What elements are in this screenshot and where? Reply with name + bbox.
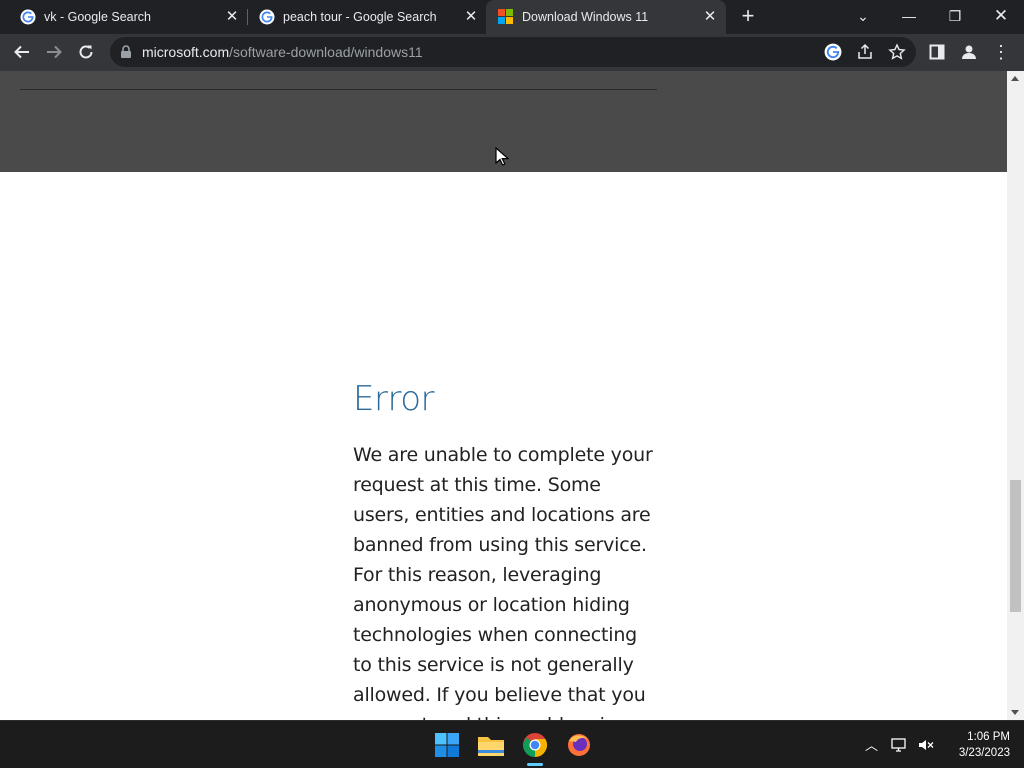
tab-download-windows-11[interactable]: Download Windows 11 ✕	[486, 0, 726, 34]
firefox-icon	[568, 734, 590, 756]
profile-avatar-icon	[962, 45, 976, 59]
clock-time: 1:06 PM	[967, 731, 1010, 743]
address-bar[interactable]: microsoft.com/software-download/windows1…	[110, 37, 916, 67]
mouse-cursor-icon	[495, 147, 509, 166]
windows-taskbar: ︿ 1:06 PM 3/23/2023	[0, 720, 1024, 768]
close-window-button[interactable]: ✕	[978, 0, 1024, 34]
file-explorer-button[interactable]	[475, 729, 507, 761]
windows-logo-icon	[435, 733, 459, 757]
google-g-icon	[259, 9, 275, 25]
google-g-icon	[20, 9, 36, 25]
scroll-down-arrow-icon[interactable]	[1011, 710, 1019, 715]
bookmark-star-icon[interactable]	[888, 43, 906, 61]
url-text[interactable]: microsoft.com/software-download/windows1…	[142, 44, 423, 60]
tab-title: Download Windows 11	[522, 10, 649, 24]
url-path: /software-download/windows11	[229, 44, 423, 60]
tab-vk-search[interactable]: vk - Google Search ✕	[8, 0, 246, 34]
scroll-up-arrow-icon[interactable]	[1011, 76, 1019, 81]
minimize-button[interactable]: —	[886, 0, 932, 34]
arrow-right-icon	[47, 45, 62, 59]
close-tab-icon[interactable]: ✕	[462, 8, 480, 26]
tab-title: vk - Google Search	[44, 10, 151, 24]
active-app-indicator	[527, 763, 543, 766]
start-button[interactable]	[431, 729, 463, 761]
google-lens-icon[interactable]	[824, 43, 842, 61]
close-tab-icon[interactable]: ✕	[223, 8, 241, 26]
reload-icon	[79, 45, 93, 59]
share-icon[interactable]	[856, 43, 874, 61]
tab-strip: vk - Google Search ✕ peach tour - Google…	[0, 0, 1024, 34]
arrow-left-icon	[14, 45, 29, 59]
folder-icon	[478, 737, 504, 756]
side-panel-button[interactable]	[922, 37, 952, 67]
lock-icon	[121, 45, 131, 58]
close-tab-icon[interactable]: ✕	[701, 8, 719, 26]
browser-toolbar: microsoft.com/software-download/windows1…	[0, 34, 1024, 71]
error-message: We are unable to complete your request a…	[353, 444, 653, 720]
network-icon[interactable]	[891, 737, 909, 753]
page-viewport: Error We are unable to complete your req…	[0, 71, 1024, 720]
microsoft-logo-icon	[498, 9, 514, 25]
restore-button[interactable]: ❐	[932, 0, 978, 34]
page-scrollbar[interactable]	[1007, 71, 1024, 720]
back-button[interactable]	[7, 37, 37, 67]
tab-peach-tour-search[interactable]: peach tour - Google Search ✕	[247, 0, 485, 34]
reload-button[interactable]	[71, 37, 101, 67]
error-heading: Error	[353, 379, 434, 419]
chrome-icon	[523, 733, 548, 757]
new-tab-button[interactable]: +	[725, 0, 771, 34]
url-host: microsoft.com	[142, 44, 230, 60]
clock-date: 3/23/2023	[958, 747, 1010, 759]
tab-search-chevron-icon[interactable]: ⌄	[840, 0, 886, 34]
menu-kebab-button[interactable]: ⋮	[986, 37, 1016, 67]
scrollbar-thumb[interactable]	[1010, 480, 1021, 612]
profile-button[interactable]	[954, 37, 984, 67]
side-panel-icon	[929, 44, 945, 60]
firefox-taskbar-button[interactable]	[563, 729, 595, 761]
system-clock[interactable]: 1:06 PM 3/23/2023	[940, 729, 1010, 761]
show-hidden-icons-chevron-icon[interactable]: ︿	[865, 735, 878, 754]
chrome-taskbar-button[interactable]	[519, 729, 551, 761]
horizontal-rule	[20, 89, 657, 90]
tab-title: peach tour - Google Search	[283, 10, 437, 24]
forward-button[interactable]	[39, 37, 69, 67]
volume-muted-icon[interactable]	[917, 737, 935, 753]
